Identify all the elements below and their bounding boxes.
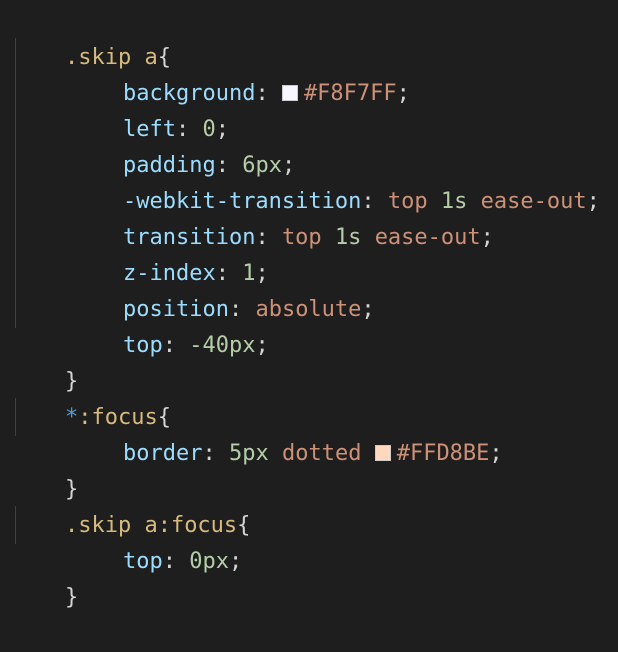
colon: :	[162, 549, 176, 574]
css-value: 5px	[228, 441, 269, 466]
css-property: top	[122, 549, 163, 574]
semicolon: ;	[489, 441, 503, 466]
code-line: }	[12, 436, 78, 502]
code-line: top: -40px;	[12, 292, 269, 358]
css-property: border	[122, 441, 203, 466]
code-line: }	[12, 544, 78, 610]
semicolon: ;	[255, 333, 269, 358]
code-editor[interactable]: .skip a{ background: #F8F7FF; left: 0; p…	[0, 0, 618, 610]
code-line: transition: top 1s ease-out;	[12, 184, 494, 250]
css-value: absolute	[255, 297, 362, 322]
semicolon: ;	[586, 189, 600, 214]
semicolon: ;	[361, 297, 375, 322]
code-line: border: 5px dotted #FFD8BE;	[12, 400, 503, 466]
code-line: .skip a{	[12, 4, 171, 70]
css-value: top	[281, 225, 322, 250]
code-line: padding: 6px;	[12, 112, 295, 178]
colon: :	[255, 81, 269, 106]
css-value: -40px	[189, 333, 256, 358]
colon: :	[202, 441, 216, 466]
css-value: #FFD8BE	[396, 441, 490, 466]
code-line: background: #F8F7FF;	[12, 40, 410, 106]
css-property: top	[122, 333, 163, 358]
colon: :	[162, 333, 176, 358]
css-value: ease-out	[374, 225, 481, 250]
css-value: 0px	[189, 549, 229, 574]
semicolon: ;	[396, 81, 410, 106]
code-line: -webkit-transition: top 1s ease-out;	[12, 148, 600, 214]
close-brace: }	[64, 585, 79, 610]
code-line: position: absolute;	[12, 256, 375, 322]
code-line: z-index: 1;	[12, 220, 269, 286]
code-line: *:focus{	[12, 364, 171, 430]
css-value: dotted	[281, 441, 362, 466]
css-value: 1s	[334, 225, 362, 250]
css-value: ease-out	[480, 189, 587, 214]
code-line: left: 0;	[12, 76, 229, 142]
semicolon: ;	[480, 225, 494, 250]
color-swatch-icon[interactable]	[374, 445, 391, 461]
css-value: #F8F7FF	[303, 81, 397, 106]
semicolon: ;	[228, 549, 243, 574]
code-line: top: 0px;	[12, 508, 242, 574]
color-swatch-icon[interactable]	[281, 85, 298, 101]
code-line: .skip a:focus{	[12, 472, 250, 538]
code-line: }	[12, 328, 78, 394]
